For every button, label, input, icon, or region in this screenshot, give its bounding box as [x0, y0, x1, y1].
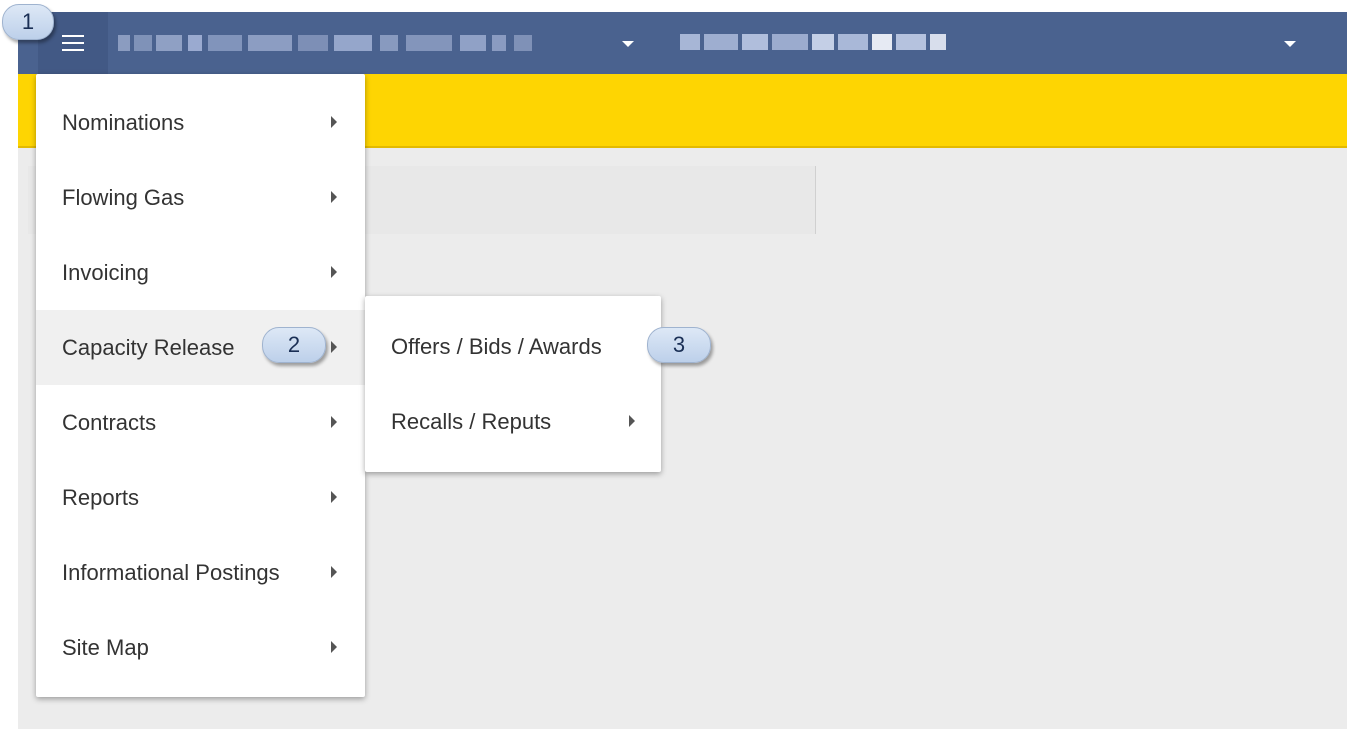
main-menu: Nominations Flowing Gas Invoicing Capaci…: [36, 74, 365, 697]
chevron-right-icon: [331, 641, 337, 653]
menu-item-label: Reports: [62, 484, 140, 510]
chevron-right-icon: [331, 491, 337, 503]
chevron-right-icon: [331, 116, 337, 128]
chevron-right-icon: [331, 191, 337, 203]
menu-item-flowing-gas[interactable]: Flowing Gas: [36, 160, 365, 235]
chevron-right-icon: [629, 415, 635, 427]
chevron-right-icon: [331, 266, 337, 278]
caret-down-icon[interactable]: [622, 41, 634, 47]
step-callout-1: 1: [2, 4, 54, 40]
menu-item-contracts[interactable]: Contracts: [36, 385, 365, 460]
hamburger-icon: [62, 35, 84, 51]
caret-down-icon[interactable]: [1284, 41, 1296, 47]
menu-item-reports[interactable]: Reports: [36, 460, 365, 535]
step-callout-3: 3: [647, 327, 711, 363]
menu-item-label: Capacity Release: [62, 334, 235, 360]
menu-item-invoicing[interactable]: Invoicing: [36, 235, 365, 310]
menu-item-nominations[interactable]: Nominations: [36, 85, 365, 160]
menu-item-site-map[interactable]: Site Map: [36, 610, 365, 685]
capacity-release-submenu: Offers / Bids / Awards Recalls / Reputs: [365, 296, 661, 472]
step-callout-2: 2: [262, 327, 326, 363]
blurred-company-selector[interactable]: [118, 35, 558, 51]
menu-item-label: Invoicing: [62, 259, 149, 285]
menu-item-label: Offers / Bids / Awards: [391, 333, 602, 359]
menu-item-label: Informational Postings: [62, 559, 280, 585]
top-navigation-bar: [18, 12, 1347, 74]
menu-item-label: Contracts: [62, 409, 157, 435]
chevron-right-icon: [331, 566, 337, 578]
chevron-right-icon: [331, 341, 337, 353]
menu-item-label: Site Map: [62, 634, 149, 660]
menu-item-label: Flowing Gas: [62, 184, 185, 210]
menu-item-recalls-reputs[interactable]: Recalls / Reputs: [365, 384, 661, 459]
menu-item-label: Nominations: [62, 109, 185, 135]
chevron-right-icon: [331, 416, 337, 428]
menu-item-informational-postings[interactable]: Informational Postings: [36, 535, 365, 610]
blurred-account-selector[interactable]: [680, 34, 950, 50]
menu-item-offers-bids-awards[interactable]: Offers / Bids / Awards: [365, 309, 661, 384]
menu-item-label: Recalls / Reputs: [391, 408, 552, 434]
